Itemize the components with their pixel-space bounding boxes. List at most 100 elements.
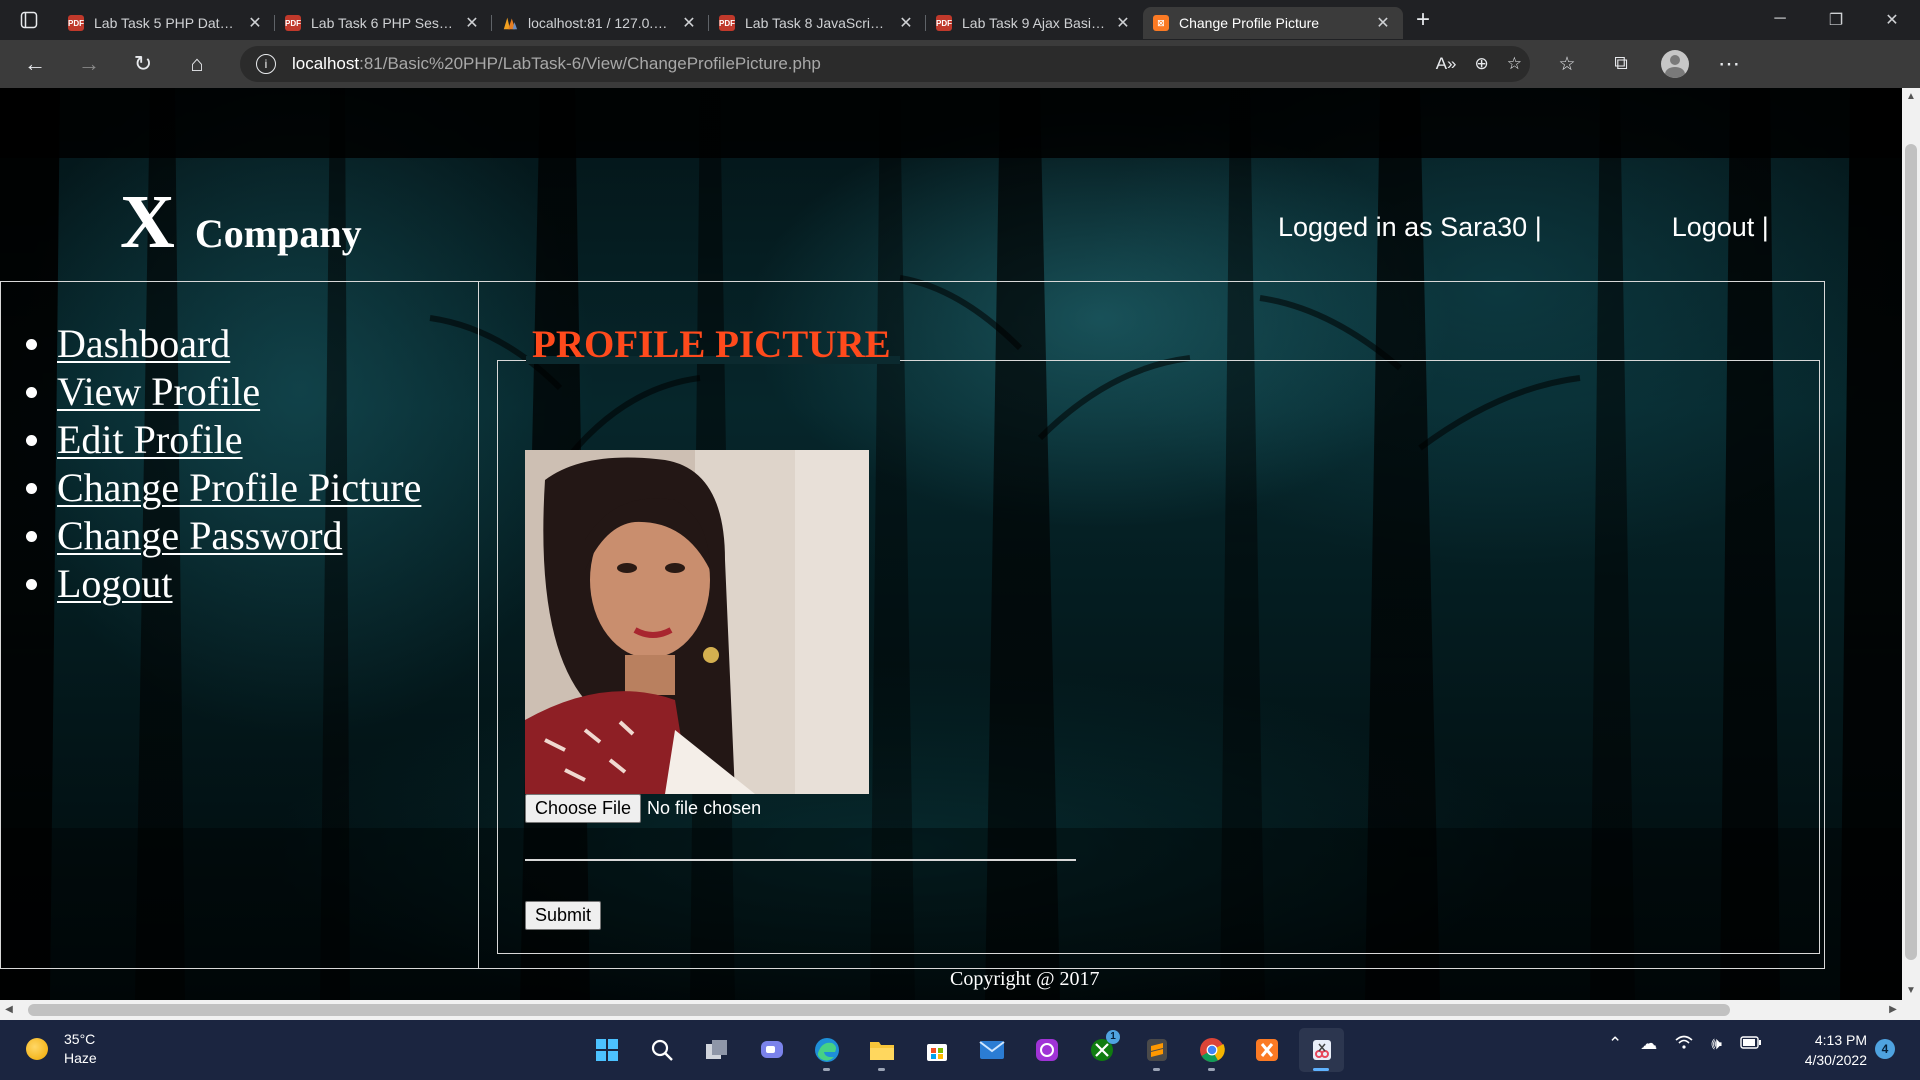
browser-tab-active[interactable]: ☒ Change Profile Picture ✕ [1143,7,1403,39]
close-tab-icon[interactable]: ✕ [1373,13,1393,33]
notification-badge[interactable]: 4 [1875,1039,1895,1059]
browser-tab[interactable]: PDF Lab Task 6 PHP Session Trac ✕ [275,7,492,39]
new-tab-icon[interactable]: + [1403,6,1443,34]
more-menu-icon[interactable]: ⋯ [1702,40,1756,88]
sidebar-link-change-password[interactable]: Change Password [57,512,343,560]
snipping-tool-icon[interactable] [1299,1028,1344,1072]
task-view-icon[interactable] [694,1028,739,1072]
browser-tab[interactable]: localhost:81 / 127.0.0.1 / lab ✕ [492,7,709,39]
browser-tab[interactable]: PDF Lab Task 9 Ajax Basic FL 21- ✕ [926,7,1143,39]
xampp-icon[interactable] [1244,1028,1289,1072]
pdf-icon: PDF [285,15,301,31]
header-user-links: Logged in as Sara30 | Logout | [1278,212,1769,243]
back-icon[interactable]: ← [8,40,62,88]
profile-avatar-icon[interactable] [1661,50,1689,78]
file-input: Choose File No file chosen [525,794,761,823]
taskbar-apps: 1 [584,1028,1344,1072]
clock-time: 4:13 PM [1814,1032,1867,1048]
weather-temperature: 35°C [64,1031,96,1047]
wifi-icon[interactable] [1675,1034,1693,1054]
close-tab-icon[interactable]: ✕ [679,13,699,33]
profile-picture [525,450,869,794]
tab-title: Lab Task 5 PHP Database Co [94,15,239,31]
show-hidden-icons-chevron-icon[interactable]: ⌃ [1608,1034,1622,1054]
sidebar-link-view-profile[interactable]: View Profile [57,368,260,416]
volume-icon[interactable]: 🕪 [1711,1034,1722,1054]
forward-icon[interactable]: → [62,40,116,88]
close-tab-icon[interactable]: ✕ [245,13,265,33]
system-clock[interactable]: 4:13 PM 4/30/2022 [1795,1030,1867,1070]
browser-toolbar: ← → ↻ ⌂ i localhost:81/Basic%20PHP/LabTa… [0,40,1920,88]
mail-icon[interactable] [969,1028,1014,1072]
favorites-icon[interactable]: ☆ [1540,53,1594,76]
sidebar-item-edit-profile: Edit Profile [26,416,421,464]
phpmyadmin-icon [502,15,518,31]
collections-icon[interactable]: ⧉ [1594,53,1648,76]
windows-taskbar: 35°C Haze 1 ⌃ ☁ 🕪 4:13 PM 4/30/2022 4 [0,1020,1920,1080]
choose-file-button[interactable]: Choose File [525,794,642,823]
logged-in-label: Logged in as Sara30 | [1278,212,1542,242]
xbox-icon[interactable]: 1 [1079,1028,1124,1072]
submit-button[interactable]: Submit [525,901,602,930]
chrome-icon[interactable] [1189,1028,1234,1072]
weather-condition: Haze [64,1050,97,1066]
messenger-icon[interactable] [1024,1028,1069,1072]
weather-widget[interactable]: 35°C Haze [26,1030,97,1068]
reload-icon[interactable]: ↻ [116,40,170,88]
sidebar-menu: Dashboard View Profile Edit Profile Chan… [26,320,421,608]
sublime-text-icon[interactable] [1134,1028,1179,1072]
tab-actions-icon[interactable] [0,0,58,40]
sidebar-link-change-profile-picture[interactable]: Change Profile Picture [57,464,421,512]
file-explorer-icon[interactable] [859,1028,904,1072]
file-status-text: No file chosen [647,798,762,818]
pdf-icon: PDF [719,15,735,31]
tab-title: Lab Task 9 Ajax Basic FL 21- [962,15,1107,31]
minimize-icon[interactable]: ─ [1752,10,1808,30]
close-tab-icon[interactable]: ✕ [1113,13,1133,33]
close-window-icon[interactable]: ✕ [1864,10,1920,30]
onedrive-icon[interactable]: ☁ [1640,1034,1657,1054]
sidebar-link-logout[interactable]: Logout [57,560,173,608]
browser-tab[interactable]: PDF Lab Task 8 JavaScript Basic S ✕ [709,7,926,39]
horizontal-scroll-thumb[interactable] [28,1004,1730,1016]
close-tab-icon[interactable]: ✕ [462,13,482,33]
home-icon[interactable]: ⌂ [170,40,224,88]
zoom-icon[interactable]: ⊕ [1475,54,1489,74]
start-icon[interactable] [584,1028,629,1072]
scroll-up-icon[interactable]: ▲ [1902,88,1920,106]
sun-icon [26,1038,48,1060]
teams-chat-icon[interactable] [749,1028,794,1072]
header-logout-link[interactable]: Logout | [1672,212,1769,242]
microsoft-store-icon[interactable] [914,1028,959,1072]
close-tab-icon[interactable]: ✕ [896,13,916,33]
scroll-down-icon[interactable]: ▼ [1902,982,1920,1000]
company-logo: X Company [120,184,362,260]
add-favorite-icon[interactable]: ☆ [1507,54,1522,74]
site-info-icon[interactable]: i [256,54,276,74]
restore-icon[interactable]: ❐ [1808,10,1864,30]
sidebar-link-edit-profile[interactable]: Edit Profile [57,416,243,464]
read-aloud-icon[interactable]: A» [1436,54,1457,74]
window-controls: ─ ❐ ✕ [1752,10,1920,30]
scroll-left-icon[interactable]: ◀ [0,1000,18,1020]
page-viewport: X Company Logged in as Sara30 | Logout | … [0,88,1902,1000]
tab-title: Change Profile Picture [1179,15,1320,31]
sidebar-link-dashboard[interactable]: Dashboard [57,320,230,368]
horizontal-scrollbar[interactable]: ◀ ▶ [0,1000,1902,1020]
address-bar[interactable]: i localhost:81/Basic%20PHP/LabTask-6/Vie… [240,46,1530,82]
url-path: :81/Basic%20PHP/LabTask-6/View/ChangePro… [359,54,821,73]
edge-icon[interactable] [804,1028,849,1072]
sidebar-item-change-password: Change Password [26,512,421,560]
battery-icon[interactable] [1740,1034,1762,1054]
vertical-scrollbar[interactable]: ▲ ▼ [1902,88,1920,1000]
url-host: localhost [292,54,360,73]
horizontal-rule [525,859,1076,861]
search-icon[interactable] [639,1028,684,1072]
pdf-icon: PDF [936,15,952,31]
sidebar-item-dashboard: Dashboard [26,320,421,368]
scroll-right-icon[interactable]: ▶ [1884,1000,1902,1020]
tab-title: Lab Task 6 PHP Session Trac [311,15,456,31]
vertical-scroll-thumb[interactable] [1905,144,1917,960]
browser-tab[interactable]: PDF Lab Task 5 PHP Database Co ✕ [58,7,275,39]
profile-photo-image [525,450,869,794]
